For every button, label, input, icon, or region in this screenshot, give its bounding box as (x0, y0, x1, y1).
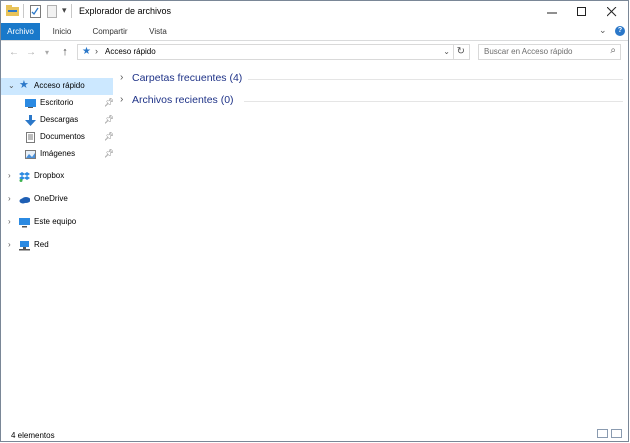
group-divider (244, 101, 623, 102)
group-header[interactable]: Carpetas frecuentes (4) (132, 72, 242, 84)
nav-item-imagenes[interactable]: Imágenes 📌︎ (1, 146, 114, 163)
minimize-icon (547, 12, 557, 14)
forward-button[interactable]: → (24, 45, 38, 59)
pin-icon[interactable]: 📌︎ (104, 98, 114, 107)
address-bar[interactable]: ★ › Acceso rápido ⌄ ↻ (77, 44, 470, 60)
close-button[interactable] (597, 1, 627, 23)
refresh-icon[interactable]: ↻ (457, 46, 465, 57)
file-explorer-window: ▾ Explorador de archivos Archivo Inicio … (0, 0, 629, 442)
nav-item-este-equipo[interactable]: › Este equipo (1, 214, 113, 231)
expand-arrow-icon[interactable]: › (8, 171, 11, 180)
new-folder-icon[interactable] (47, 5, 58, 19)
tab-vista[interactable]: Vista (143, 23, 173, 40)
ribbon-tabs: Archivo Inicio Compartir Vista ⌄ ? (1, 23, 628, 41)
minimize-button[interactable] (537, 1, 567, 23)
path-separator[interactable]: › (95, 46, 98, 56)
large-icons-view-button[interactable] (611, 429, 622, 438)
pin-icon[interactable]: 📌︎ (104, 132, 114, 141)
expand-arrow-icon[interactable]: › (8, 240, 11, 249)
navigation-pane: ⌄ ★ Acceso rápido Escritorio 📌︎ Descarga… (1, 77, 114, 417)
maximize-icon (577, 7, 586, 16)
tab-archivo[interactable]: Archivo (1, 23, 40, 40)
address-divider (453, 45, 454, 59)
recent-locations-icon[interactable]: ▾ (40, 45, 54, 59)
up-button[interactable]: ↑ (58, 45, 72, 59)
expand-ribbon-icon[interactable]: ⌄ (599, 25, 607, 36)
nav-item-descargas[interactable]: Descargas 📌︎ (1, 112, 114, 129)
expand-arrow-icon[interactable]: › (120, 72, 123, 83)
search-placeholder: Buscar en Acceso rápido (484, 47, 573, 56)
nav-label: Red (34, 240, 49, 249)
group-header[interactable]: Archivos recientes (0) (132, 94, 234, 106)
expand-arrow-icon[interactable]: › (120, 94, 123, 105)
maximize-button[interactable] (567, 1, 597, 23)
dropbox-icon (19, 172, 30, 182)
status-item-count: 4 elementos (11, 431, 55, 440)
expand-arrow-icon[interactable]: › (8, 217, 11, 226)
nav-item-red[interactable]: › Red (1, 237, 113, 254)
nav-label: Escritorio (40, 98, 74, 107)
documents-icon (26, 132, 35, 143)
address-path[interactable]: Acceso rápido (105, 47, 156, 56)
network-icon (19, 241, 30, 251)
qa-divider (71, 4, 72, 18)
nav-label: Dropbox (34, 171, 65, 180)
quick-access-star-icon: ★ (82, 46, 91, 57)
nav-label: Acceso rápido (34, 81, 85, 90)
onedrive-icon (19, 197, 30, 204)
nav-label: Este equipo (34, 217, 77, 226)
nav-item-documentos[interactable]: Documentos 📌︎ (1, 129, 114, 146)
search-icon[interactable]: ⌕ (610, 45, 616, 56)
window-title: Explorador de archivos (79, 6, 172, 16)
search-input[interactable]: Buscar en Acceso rápido ⌕ (478, 44, 621, 60)
customize-quick-access-icon[interactable]: ▾ (62, 5, 67, 16)
nav-label: Imágenes (40, 149, 76, 158)
title-bar: ▾ Explorador de archivos (1, 1, 628, 23)
group-carpetas-frecuentes[interactable]: › Carpetas frecuentes (4) (120, 71, 625, 87)
tab-compartir[interactable]: Compartir (85, 23, 135, 40)
collapse-arrow-icon[interactable]: ⌄ (8, 81, 15, 90)
folder-icon[interactable] (6, 5, 20, 19)
download-icon (25, 115, 36, 126)
details-view-button[interactable] (597, 429, 608, 438)
qa-divider (23, 4, 24, 18)
nav-label: Descargas (40, 115, 79, 124)
star-icon: ★ (19, 79, 29, 91)
properties-icon[interactable] (30, 5, 42, 19)
nav-label: Documentos (40, 132, 85, 141)
nav-item-onedrive[interactable]: › OneDrive (1, 191, 113, 208)
pin-icon[interactable]: 📌︎ (104, 115, 114, 124)
tab-inicio[interactable]: Inicio (46, 23, 78, 40)
expand-arrow-icon[interactable]: › (8, 194, 11, 203)
nav-item-acceso-rapido[interactable]: ⌄ ★ Acceso rápido (1, 78, 113, 95)
computer-icon (19, 218, 30, 228)
chevron-down-icon[interactable]: ⌄ (443, 47, 450, 56)
help-icon[interactable]: ? (615, 26, 625, 36)
group-archivos-recientes[interactable]: › Archivos recientes (0) (120, 93, 625, 109)
group-divider (248, 79, 623, 80)
images-icon (25, 150, 36, 159)
close-icon (607, 7, 617, 17)
nav-item-dropbox[interactable]: › Dropbox (1, 168, 113, 185)
desktop-icon (25, 99, 36, 108)
pin-icon[interactable]: 📌︎ (104, 149, 114, 158)
nav-item-escritorio[interactable]: Escritorio 📌︎ (1, 95, 114, 112)
back-button[interactable]: ← (7, 45, 21, 59)
nav-label: OneDrive (34, 194, 68, 203)
